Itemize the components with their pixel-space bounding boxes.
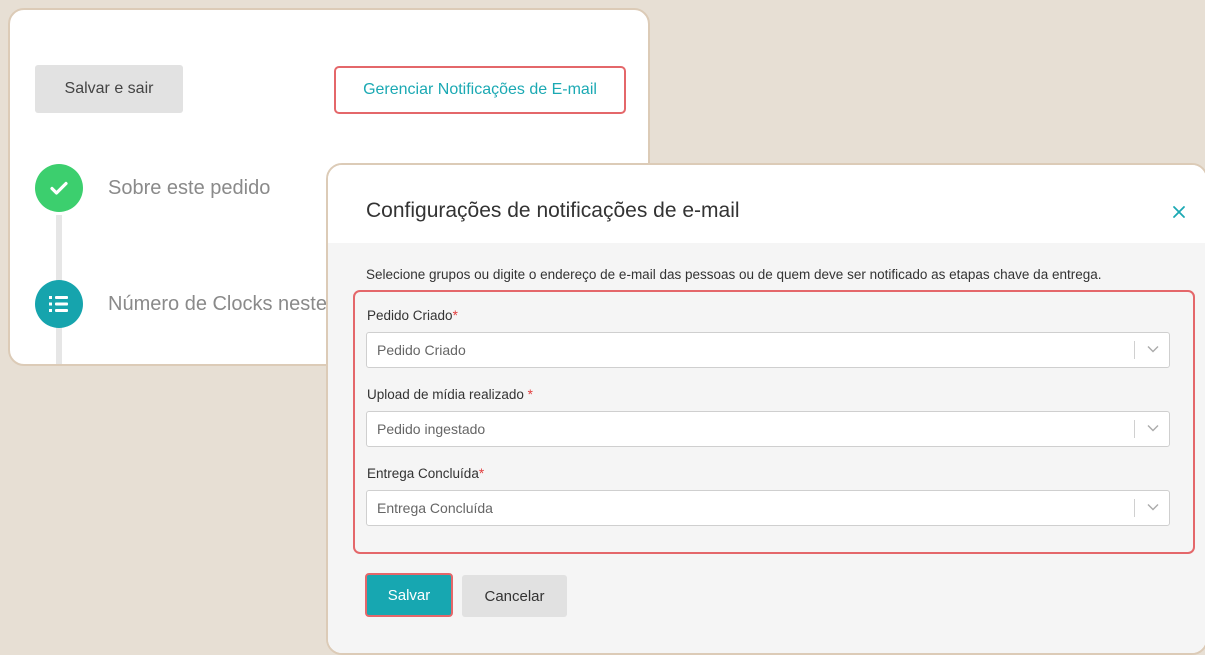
cancel-button[interactable]: Cancelar (462, 575, 567, 617)
select-separator (1134, 420, 1135, 438)
save-button[interactable]: Salvar (365, 573, 453, 617)
close-button[interactable] (1170, 203, 1188, 221)
list-numbered-icon (35, 280, 83, 328)
close-icon (1173, 206, 1185, 218)
field-label-pedido-criado: Pedido Criado* (367, 308, 458, 323)
chevron-down-icon (1147, 504, 1159, 511)
required-mark: * (527, 387, 533, 402)
select-value: Pedido Criado (377, 342, 466, 358)
manage-email-notifications-button[interactable]: Gerenciar Notificações de E-mail (334, 66, 626, 114)
field-label-upload-midia: Upload de mídia realizado * (367, 387, 533, 402)
select-separator (1134, 341, 1135, 359)
modal-header: Configurações de notificações de e-mail (328, 165, 1205, 243)
modal-body: Selecione grupos ou digite o endereço de… (328, 243, 1205, 653)
notification-fields-group: Pedido Criado* Pedido Criado Upload de m… (353, 290, 1195, 554)
save-and-exit-button[interactable]: Salvar e sair (35, 65, 183, 113)
email-notifications-modal: Configurações de notificações de e-mail … (326, 163, 1205, 655)
modal-description: Selecione grupos ou digite o endereço de… (366, 267, 1102, 282)
field-label-entrega-concluida: Entrega Concluída* (367, 466, 485, 481)
select-value: Pedido ingestado (377, 421, 486, 437)
select-pedido-criado[interactable]: Pedido Criado (366, 332, 1170, 368)
select-entrega-concluida[interactable]: Entrega Concluída (366, 490, 1170, 526)
modal-title: Configurações de notificações de e-mail (366, 199, 740, 222)
select-value: Entrega Concluída (377, 500, 493, 516)
required-mark: * (478, 466, 485, 481)
required-mark: * (452, 308, 458, 323)
select-separator (1134, 499, 1135, 517)
chevron-down-icon (1147, 346, 1159, 353)
check-icon (35, 164, 83, 212)
step-label-about-order: Sobre este pedido (108, 177, 271, 199)
select-upload-midia[interactable]: Pedido ingestado (366, 411, 1170, 447)
chevron-down-icon (1147, 425, 1159, 432)
